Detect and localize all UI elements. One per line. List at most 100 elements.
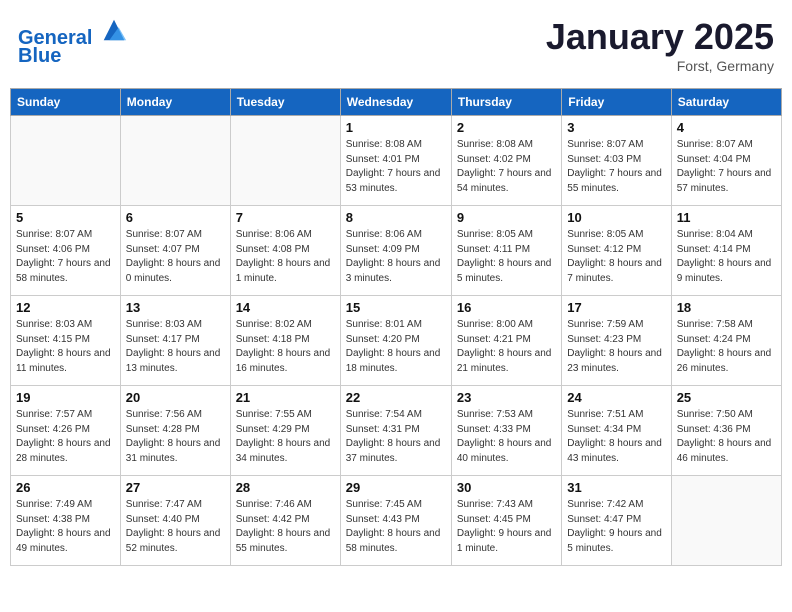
day-info: Sunrise: 8:06 AM Sunset: 4:08 PM Dayligh… — [236, 228, 335, 286]
day-number: 17 — [567, 300, 665, 315]
day-info: Sunrise: 8:07 AM Sunset: 4:07 PM Dayligh… — [126, 228, 225, 286]
day-number: 13 — [126, 300, 225, 315]
day-number: 3 — [567, 120, 665, 135]
weekday-header-thursday: Thursday — [451, 89, 561, 116]
day-info: Sunrise: 8:05 AM Sunset: 4:11 PM Dayligh… — [457, 228, 556, 286]
calendar-cell: 18Sunrise: 7:58 AM Sunset: 4:24 PM Dayli… — [671, 296, 781, 386]
title-block: January 2025 Forst, Germany — [546, 16, 774, 74]
calendar-cell: 20 Sunrise: 7:56 AM Sunset: 4:28 PM Dayli… — [120, 386, 230, 476]
calendar-cell: 26 Sunrise: 7:49 AM Sunset: 4:38 PM Dayli… — [11, 476, 121, 566]
day-number: 28 — [236, 480, 335, 495]
day-info: Sunrise: 7:49 AM Sunset: 4:38 PM Dayligh… — [16, 498, 115, 556]
day-number: 30 — [457, 480, 556, 495]
day-info: Sunrise: 7:57 AM Sunset: 4:26 PM Dayligh… — [16, 408, 115, 466]
day-info: Sunrise: 8:03 AM Sunset: 4:15 PM Dayligh… — [16, 318, 115, 376]
calendar-cell: 31 Sunrise: 7:42 AM Sunset: 4:47 PM Dayli… — [562, 476, 671, 566]
day-info: Sunrise: 7:59 AM Sunset: 4:23 PM Dayligh… — [567, 318, 665, 376]
day-number: 14 — [236, 300, 335, 315]
day-number: 18 — [677, 300, 776, 315]
day-number: 26 — [16, 480, 115, 495]
weekday-header-monday: Monday — [120, 89, 230, 116]
calendar-week-4: 19Sunrise: 7:57 AM Sunset: 4:26 PM Dayli… — [11, 386, 782, 476]
calendar-week-1: 1 Sunrise: 8:08 AM Sunset: 4:01 PM Daylig… — [11, 116, 782, 206]
calendar-cell: 1 Sunrise: 8:08 AM Sunset: 4:01 PM Daylig… — [340, 116, 451, 206]
day-info: Sunrise: 8:06 AM Sunset: 4:09 PM Dayligh… — [346, 228, 446, 286]
calendar-week-3: 12Sunrise: 8:03 AM Sunset: 4:15 PM Dayli… — [11, 296, 782, 386]
month-title: January 2025 — [546, 16, 774, 58]
day-number: 9 — [457, 210, 556, 225]
day-number: 15 — [346, 300, 446, 315]
day-info: Sunrise: 8:00 AM Sunset: 4:21 PM Dayligh… — [457, 318, 556, 376]
day-info: Sunrise: 7:47 AM Sunset: 4:40 PM Dayligh… — [126, 498, 225, 556]
day-number: 23 — [457, 390, 556, 405]
day-number: 8 — [346, 210, 446, 225]
calendar-cell — [671, 476, 781, 566]
day-number: 6 — [126, 210, 225, 225]
calendar-cell: 30 Sunrise: 7:43 AM Sunset: 4:45 PM Dayli… — [451, 476, 561, 566]
day-info: Sunrise: 7:54 AM Sunset: 4:31 PM Dayligh… — [346, 408, 446, 466]
calendar-cell: 15Sunrise: 8:01 AM Sunset: 4:20 PM Dayli… — [340, 296, 451, 386]
calendar-cell: 6 Sunrise: 8:07 AM Sunset: 4:07 PM Daylig… — [120, 206, 230, 296]
day-number: 29 — [346, 480, 446, 495]
calendar-week-2: 5 Sunrise: 8:07 AM Sunset: 4:06 PM Daylig… — [11, 206, 782, 296]
calendar-cell: 19Sunrise: 7:57 AM Sunset: 4:26 PM Dayli… — [11, 386, 121, 476]
calendar-cell: 17 Sunrise: 7:59 AM Sunset: 4:23 PM Dayli… — [562, 296, 671, 386]
weekday-header-friday: Friday — [562, 89, 671, 116]
calendar-cell: 13Sunrise: 8:03 AM Sunset: 4:17 PM Dayli… — [120, 296, 230, 386]
calendar-cell: 29 Sunrise: 7:45 AM Sunset: 4:43 PM Dayli… — [340, 476, 451, 566]
day-info: Sunrise: 8:02 AM Sunset: 4:18 PM Dayligh… — [236, 318, 335, 376]
day-info: Sunrise: 7:42 AM Sunset: 4:47 PM Dayligh… — [567, 498, 665, 556]
weekday-header-saturday: Saturday — [671, 89, 781, 116]
logo-icon — [100, 16, 128, 44]
day-number: 20 — [126, 390, 225, 405]
calendar-cell: 9 Sunrise: 8:05 AM Sunset: 4:11 PM Daylig… — [451, 206, 561, 296]
day-info: Sunrise: 8:05 AM Sunset: 4:12 PM Dayligh… — [567, 228, 665, 286]
day-number: 10 — [567, 210, 665, 225]
location-subtitle: Forst, Germany — [546, 58, 774, 74]
weekday-header-sunday: Sunday — [11, 89, 121, 116]
day-info: Sunrise: 7:43 AM Sunset: 4:45 PM Dayligh… — [457, 498, 556, 556]
day-number: 22 — [346, 390, 446, 405]
day-info: Sunrise: 8:08 AM Sunset: 4:01 PM Dayligh… — [346, 138, 446, 196]
calendar-cell: 5 Sunrise: 8:07 AM Sunset: 4:06 PM Daylig… — [11, 206, 121, 296]
day-info: Sunrise: 7:50 AM Sunset: 4:36 PM Dayligh… — [677, 408, 776, 466]
weekday-header-wednesday: Wednesday — [340, 89, 451, 116]
calendar-cell: 2 Sunrise: 8:08 AM Sunset: 4:02 PM Daylig… — [451, 116, 561, 206]
day-number: 31 — [567, 480, 665, 495]
calendar-cell: 24Sunrise: 7:51 AM Sunset: 4:34 PM Dayli… — [562, 386, 671, 476]
day-info: Sunrise: 8:07 AM Sunset: 4:06 PM Dayligh… — [16, 228, 115, 286]
day-number: 1 — [346, 120, 446, 135]
day-number: 5 — [16, 210, 115, 225]
calendar-cell: 3 Sunrise: 8:07 AM Sunset: 4:03 PM Daylig… — [562, 116, 671, 206]
day-info: Sunrise: 7:45 AM Sunset: 4:43 PM Dayligh… — [346, 498, 446, 556]
day-number: 11 — [677, 210, 776, 225]
day-info: Sunrise: 7:53 AM Sunset: 4:33 PM Dayligh… — [457, 408, 556, 466]
page-header: General Blue January 2025 Forst, Germany — [10, 10, 782, 80]
calendar-cell: 22 Sunrise: 7:54 AM Sunset: 4:31 PM Dayli… — [340, 386, 451, 476]
day-number: 21 — [236, 390, 335, 405]
day-number: 24 — [567, 390, 665, 405]
calendar-cell: 28Sunrise: 7:46 AM Sunset: 4:42 PM Dayli… — [230, 476, 340, 566]
day-info: Sunrise: 8:07 AM Sunset: 4:03 PM Dayligh… — [567, 138, 665, 196]
day-info: Sunrise: 8:08 AM Sunset: 4:02 PM Dayligh… — [457, 138, 556, 196]
calendar-body: 1 Sunrise: 8:08 AM Sunset: 4:01 PM Daylig… — [11, 116, 782, 566]
day-number: 7 — [236, 210, 335, 225]
calendar-cell: 12Sunrise: 8:03 AM Sunset: 4:15 PM Dayli… — [11, 296, 121, 386]
day-info: Sunrise: 7:56 AM Sunset: 4:28 PM Dayligh… — [126, 408, 225, 466]
calendar-table: SundayMondayTuesdayWednesdayThursdayFrid… — [10, 88, 782, 566]
day-number: 16 — [457, 300, 556, 315]
calendar-cell — [230, 116, 340, 206]
calendar-cell: 14 Sunrise: 8:02 AM Sunset: 4:18 PM Dayli… — [230, 296, 340, 386]
logo: General Blue — [18, 16, 128, 67]
calendar-week-5: 26 Sunrise: 7:49 AM Sunset: 4:38 PM Dayli… — [11, 476, 782, 566]
calendar-cell: 27Sunrise: 7:47 AM Sunset: 4:40 PM Dayli… — [120, 476, 230, 566]
day-info: Sunrise: 8:07 AM Sunset: 4:04 PM Dayligh… — [677, 138, 776, 196]
calendar-header-row: SundayMondayTuesdayWednesdayThursdayFrid… — [11, 89, 782, 116]
calendar-cell: 7 Sunrise: 8:06 AM Sunset: 4:08 PM Daylig… — [230, 206, 340, 296]
weekday-header-tuesday: Tuesday — [230, 89, 340, 116]
calendar-cell: 16 Sunrise: 8:00 AM Sunset: 4:21 PM Dayli… — [451, 296, 561, 386]
day-info: Sunrise: 7:55 AM Sunset: 4:29 PM Dayligh… — [236, 408, 335, 466]
day-number: 2 — [457, 120, 556, 135]
calendar-cell: 8 Sunrise: 8:06 AM Sunset: 4:09 PM Daylig… — [340, 206, 451, 296]
day-number: 4 — [677, 120, 776, 135]
